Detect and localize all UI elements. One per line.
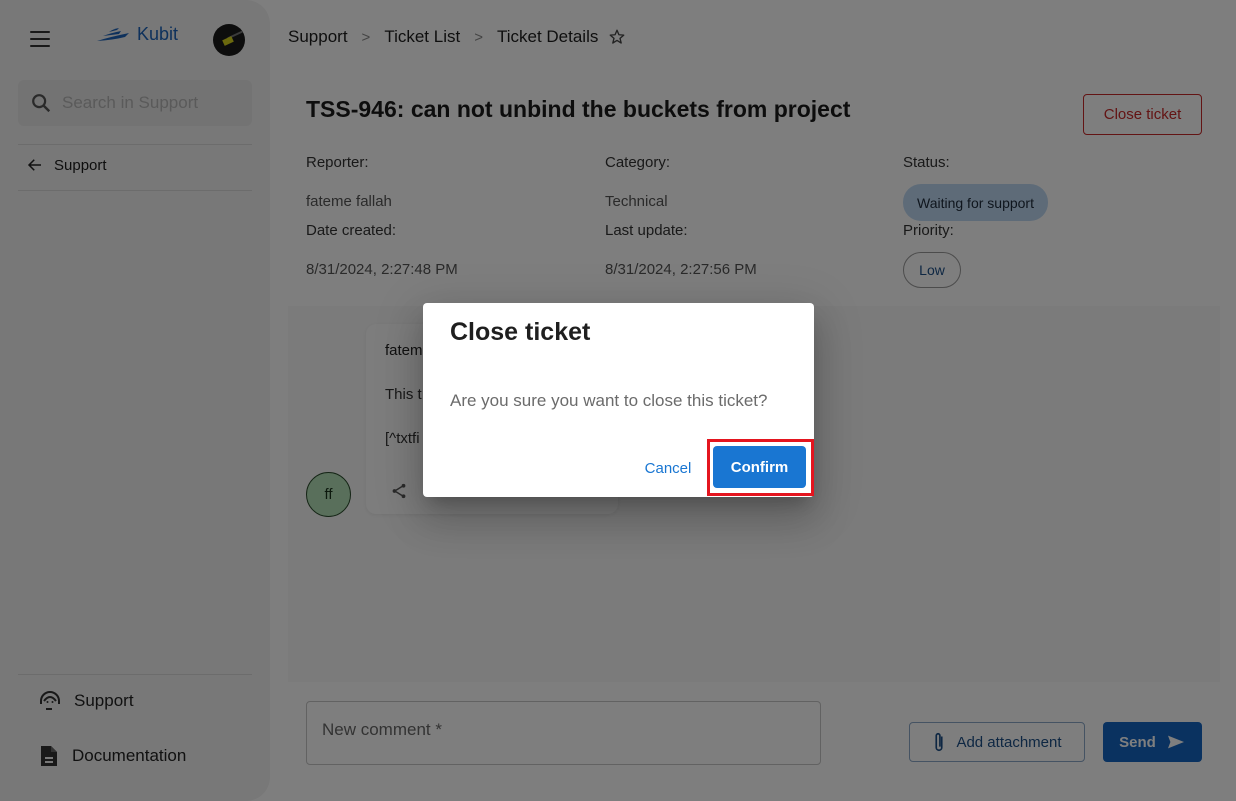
dialog-message: Are you sure you want to close this tick… bbox=[450, 391, 768, 410]
confirm-highlight: Confirm bbox=[707, 439, 814, 496]
confirm-button[interactable]: Confirm bbox=[713, 446, 806, 488]
cancel-button[interactable]: Cancel bbox=[633, 450, 703, 486]
dialog-title: Close ticket bbox=[450, 318, 591, 346]
close-ticket-dialog: Close ticket Are you sure you want to cl… bbox=[423, 303, 814, 497]
